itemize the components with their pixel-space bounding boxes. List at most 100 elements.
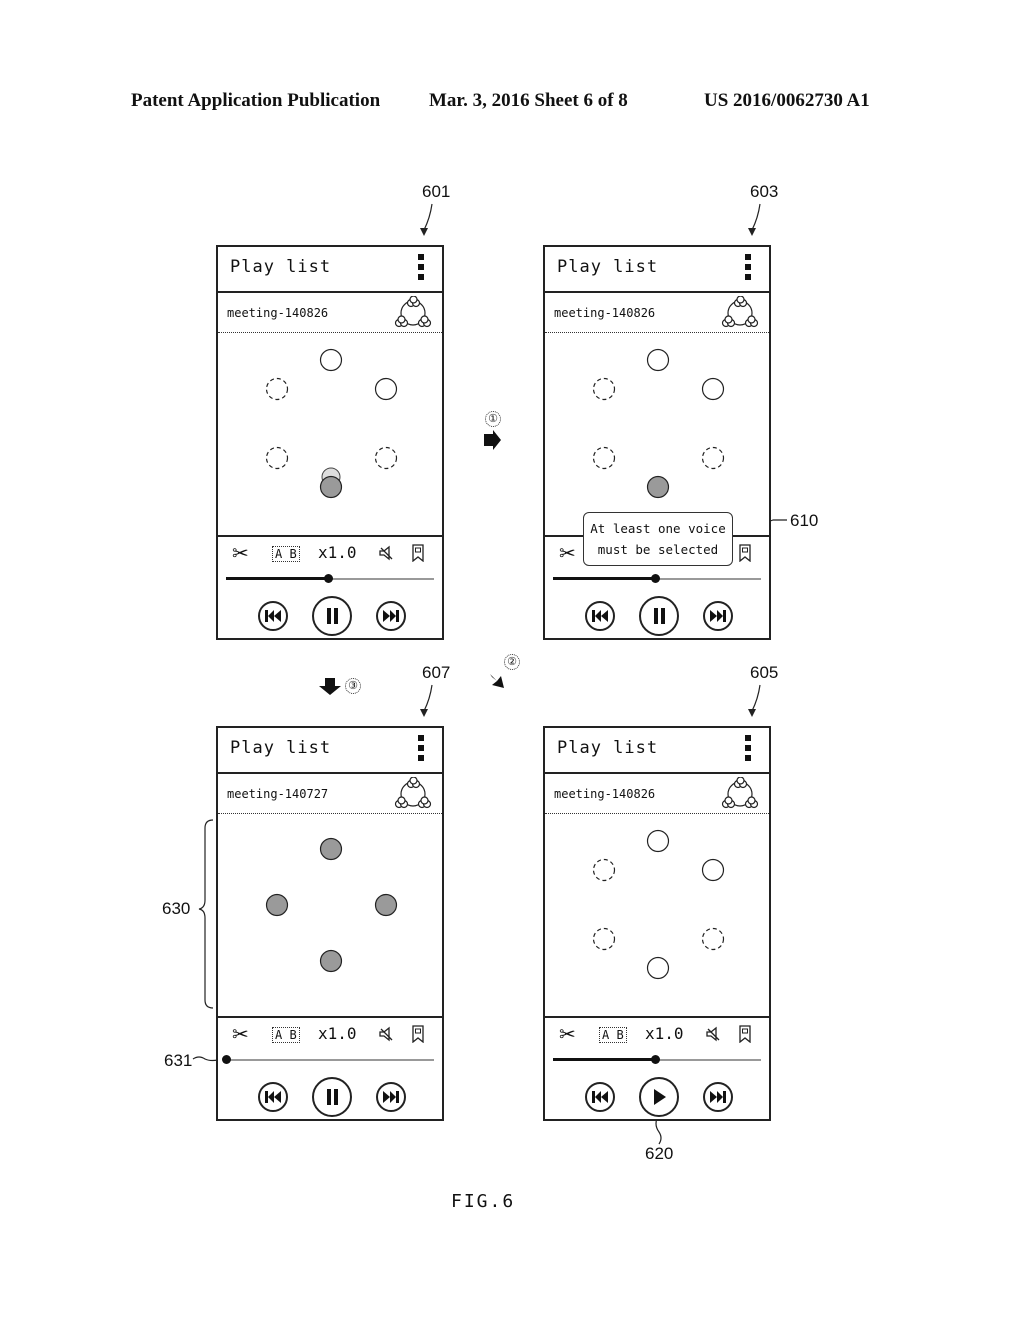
meeting-bar: meeting-140727	[218, 774, 442, 814]
more-menu-icon[interactable]	[745, 735, 751, 765]
scissors-icon[interactable]: ✂	[232, 541, 249, 566]
step-1-marker: ①	[485, 411, 501, 427]
ab-repeat-icon[interactable]: A B	[599, 1027, 627, 1043]
bookmark-icon[interactable]	[739, 544, 751, 562]
seek-bar[interactable]	[222, 1055, 434, 1064]
speaker-canvas	[545, 814, 769, 1016]
playlist-title: Play list	[230, 257, 332, 277]
step-3-marker: ③	[345, 678, 361, 694]
speaker-layout	[592, 829, 725, 980]
speaker-lower-left-dashed[interactable]	[265, 446, 289, 470]
brace-630	[198, 819, 214, 1009]
screen-605: Play list meeting-140826 ✂ A B x1.0	[543, 726, 771, 1121]
tool-row: ✂ A B x1.0	[218, 543, 442, 569]
scissors-icon[interactable]: ✂	[559, 541, 576, 566]
speakers-group-icon[interactable]	[394, 777, 432, 811]
arrow-down-icon	[319, 678, 341, 695]
seek-bar[interactable]	[553, 1055, 761, 1064]
skip-forward-icon	[710, 610, 726, 622]
bookmark-icon[interactable]	[412, 544, 424, 562]
speed-button[interactable]: x1.0	[318, 1024, 357, 1043]
seek-handle[interactable]	[222, 1055, 231, 1064]
previous-button[interactable]	[585, 601, 615, 631]
transport-row	[218, 595, 442, 637]
seek-handle[interactable]	[650, 1055, 660, 1064]
previous-button[interactable]	[585, 1082, 615, 1112]
speaker-layout	[592, 348, 725, 499]
seek-bar[interactable]	[226, 574, 434, 583]
speaker-top-solid[interactable]	[646, 829, 670, 853]
bookmark-icon[interactable]	[739, 1025, 751, 1043]
previous-button[interactable]	[258, 1082, 288, 1112]
speaker-lower-right-dashed[interactable]	[701, 446, 725, 470]
speaker-bottom-filled[interactable]	[646, 475, 670, 499]
next-button[interactable]	[376, 601, 406, 631]
more-menu-icon[interactable]	[418, 735, 424, 765]
seek-handle[interactable]	[323, 574, 333, 583]
speaker-layout	[265, 837, 398, 973]
playlist-title: Play list	[557, 257, 659, 277]
speaker-upper-left-dashed[interactable]	[265, 377, 289, 401]
speaker-canvas	[545, 333, 769, 535]
previous-button[interactable]	[258, 601, 288, 631]
speaker-top-solid[interactable]	[646, 348, 670, 372]
meeting-name[interactable]: meeting-140826	[554, 306, 655, 320]
ab-repeat-icon[interactable]: A B	[272, 546, 300, 562]
speaker-upper-left-dashed[interactable]	[592, 377, 616, 401]
speaker-lower-left-dashed[interactable]	[592, 927, 616, 951]
speaker-upper-right-solid[interactable]	[374, 377, 398, 401]
title-bar: Play list	[218, 728, 442, 774]
speaker-upper-left-dashed[interactable]	[592, 858, 616, 882]
play-pause-button[interactable]	[639, 596, 679, 636]
speaker-layout	[265, 348, 398, 499]
speakers-group-icon[interactable]	[721, 296, 759, 330]
scissors-icon[interactable]: ✂	[559, 1022, 576, 1047]
speaker-bottom-filled-selected[interactable]	[319, 475, 343, 499]
more-menu-icon[interactable]	[418, 254, 424, 284]
speaker-bottom-filled[interactable]	[319, 949, 343, 973]
leader-601	[423, 203, 433, 231]
mute-icon[interactable]	[378, 545, 394, 561]
arrowhead-607	[420, 709, 428, 717]
skip-forward-icon	[383, 1091, 399, 1103]
more-menu-icon[interactable]	[745, 254, 751, 284]
speaker-bottom-solid[interactable]	[646, 956, 670, 980]
meeting-bar: meeting-140826	[545, 293, 769, 333]
speaker-lower-right-dashed[interactable]	[701, 927, 725, 951]
speakers-group-icon[interactable]	[721, 777, 759, 811]
ab-repeat-icon[interactable]: A B	[272, 1027, 300, 1043]
speed-button[interactable]: x1.0	[318, 543, 357, 562]
speaker-canvas	[218, 333, 442, 535]
mute-icon[interactable]	[705, 1026, 721, 1042]
skip-back-icon	[592, 610, 608, 622]
mute-icon[interactable]	[378, 1026, 394, 1042]
speed-button[interactable]: x1.0	[645, 1024, 684, 1043]
pause-icon	[327, 1089, 338, 1105]
speaker-top-solid[interactable]	[319, 348, 343, 372]
speaker-top-filled[interactable]	[319, 837, 343, 861]
next-button[interactable]	[703, 601, 733, 631]
play-pause-button[interactable]	[639, 1077, 679, 1117]
seek-handle[interactable]	[650, 574, 660, 583]
speaker-upper-right-solid[interactable]	[701, 377, 725, 401]
bookmark-icon[interactable]	[412, 1025, 424, 1043]
speaker-upper-right-solid[interactable]	[701, 858, 725, 882]
speakers-group-icon[interactable]	[394, 296, 432, 330]
play-icon	[654, 1089, 666, 1105]
next-button[interactable]	[376, 1082, 406, 1112]
scissors-icon[interactable]: ✂	[232, 1022, 249, 1047]
meeting-name[interactable]: meeting-140727	[227, 787, 328, 801]
transport-row	[218, 1076, 442, 1118]
skip-back-icon	[592, 1091, 608, 1103]
meeting-name[interactable]: meeting-140826	[554, 787, 655, 801]
speaker-lower-right-dashed[interactable]	[374, 446, 398, 470]
speaker-right-filled[interactable]	[374, 893, 398, 917]
play-pause-button[interactable]	[312, 596, 352, 636]
speaker-lower-left-dashed[interactable]	[592, 446, 616, 470]
meeting-name[interactable]: meeting-140826	[227, 306, 328, 320]
next-button[interactable]	[703, 1082, 733, 1112]
play-pause-button[interactable]	[312, 1077, 352, 1117]
seek-bar[interactable]	[553, 574, 761, 583]
speaker-left-filled[interactable]	[265, 893, 289, 917]
meeting-bar: meeting-140826	[218, 293, 442, 333]
